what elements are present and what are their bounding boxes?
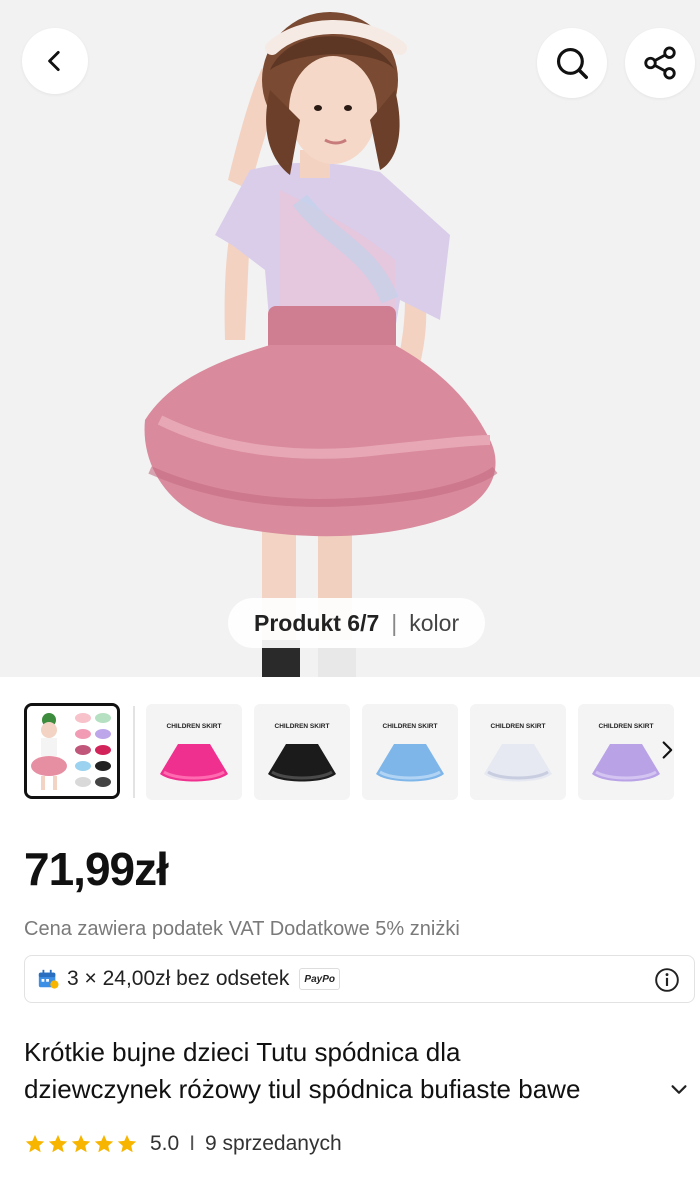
svg-text:CHILDREN SKIRT: CHILDREN SKIRT xyxy=(599,723,654,730)
image-counter-badge: Produkt 6/7 | kolor xyxy=(228,598,486,648)
star-icon xyxy=(71,1134,91,1153)
rating-separator: I xyxy=(189,1132,196,1155)
search-button[interactable] xyxy=(537,28,607,98)
search-icon xyxy=(556,47,588,79)
image-counter-position: Produkt 6/7 xyxy=(254,609,380,636)
product-title-line-2: dziewczynek różowy tiul spódnica bufiast… xyxy=(24,1074,581,1104)
svg-text:CHILDREN SKIRT: CHILDREN SKIRT xyxy=(491,723,546,730)
share-icon xyxy=(644,46,676,80)
chevron-right-icon xyxy=(662,741,673,759)
svg-text:CHILDREN SKIRT: CHILDREN SKIRT xyxy=(383,723,438,730)
installment-banner[interactable]: 3 × 24,00zł bez odsetek PayPo xyxy=(24,955,695,1003)
chevron-left-icon xyxy=(48,50,60,72)
product-price: 71,99zł xyxy=(24,843,169,895)
product-title[interactable]: Krótkie bujne dzieci Tutu spódnica dla d… xyxy=(24,1034,694,1108)
installment-text: 3 × 24,00zł bez odsetek xyxy=(67,967,290,990)
thumbnail-pink-image: CHILDREN SKIRT xyxy=(160,723,228,782)
rating-row[interactable]: 5.0 I 9 sprzedanych xyxy=(24,1128,342,1160)
thumbnail-collage[interactable] xyxy=(24,703,120,799)
star-icon xyxy=(117,1134,137,1153)
star-icon xyxy=(48,1134,68,1153)
product-photo xyxy=(0,0,700,677)
star-icon xyxy=(25,1134,45,1153)
thumbnail-white[interactable]: CHILDREN SKIRT xyxy=(470,704,566,800)
thumbnail-white-image: CHILDREN SKIRT xyxy=(484,723,552,782)
thumbnail-blue-image: CHILDREN SKIRT xyxy=(376,723,444,782)
star-icon xyxy=(94,1134,114,1153)
product-title-line-1: Krótkie bujne dzieci Tutu spódnica dla xyxy=(24,1037,461,1067)
share-button[interactable] xyxy=(625,28,695,98)
product-image-gallery[interactable]: Produkt 6/7 | kolor xyxy=(0,0,700,677)
thumbnail-collage-image xyxy=(27,706,117,796)
calendar-icon xyxy=(38,969,59,989)
price-note: Cena zawiera podatek VAT Dodatkowe 5% zn… xyxy=(24,918,460,940)
svg-text:CHILDREN SKIRT: CHILDREN SKIRT xyxy=(275,723,330,730)
rating-value: 5.0 xyxy=(150,1132,180,1155)
paypo-logo: PayPo xyxy=(299,968,340,990)
image-counter-separator: | xyxy=(391,609,398,636)
variant-thumbnail-strip[interactable]: CHILDREN SKIRT CHILDREN SKIRT CHILDREN S… xyxy=(0,700,700,804)
svg-text:CHILDREN SKIRT: CHILDREN SKIRT xyxy=(167,723,222,730)
thumbnail-pink[interactable]: CHILDREN SKIRT xyxy=(146,704,242,800)
info-icon[interactable] xyxy=(654,967,680,993)
title-fade xyxy=(608,1071,668,1108)
back-button[interactable] xyxy=(22,28,88,94)
star-rating xyxy=(24,1133,138,1155)
image-counter-label: kolor xyxy=(409,609,460,636)
thumbnail-blue[interactable]: CHILDREN SKIRT xyxy=(362,704,458,800)
sold-count: 9 sprzedanych xyxy=(205,1132,342,1155)
thumbnail-next-button[interactable] xyxy=(652,734,682,766)
thumbnail-divider xyxy=(133,706,135,798)
thumbnail-black[interactable]: CHILDREN SKIRT xyxy=(254,704,350,800)
chevron-down-icon[interactable] xyxy=(668,1079,690,1101)
thumbnail-black-image: CHILDREN SKIRT xyxy=(268,723,336,782)
